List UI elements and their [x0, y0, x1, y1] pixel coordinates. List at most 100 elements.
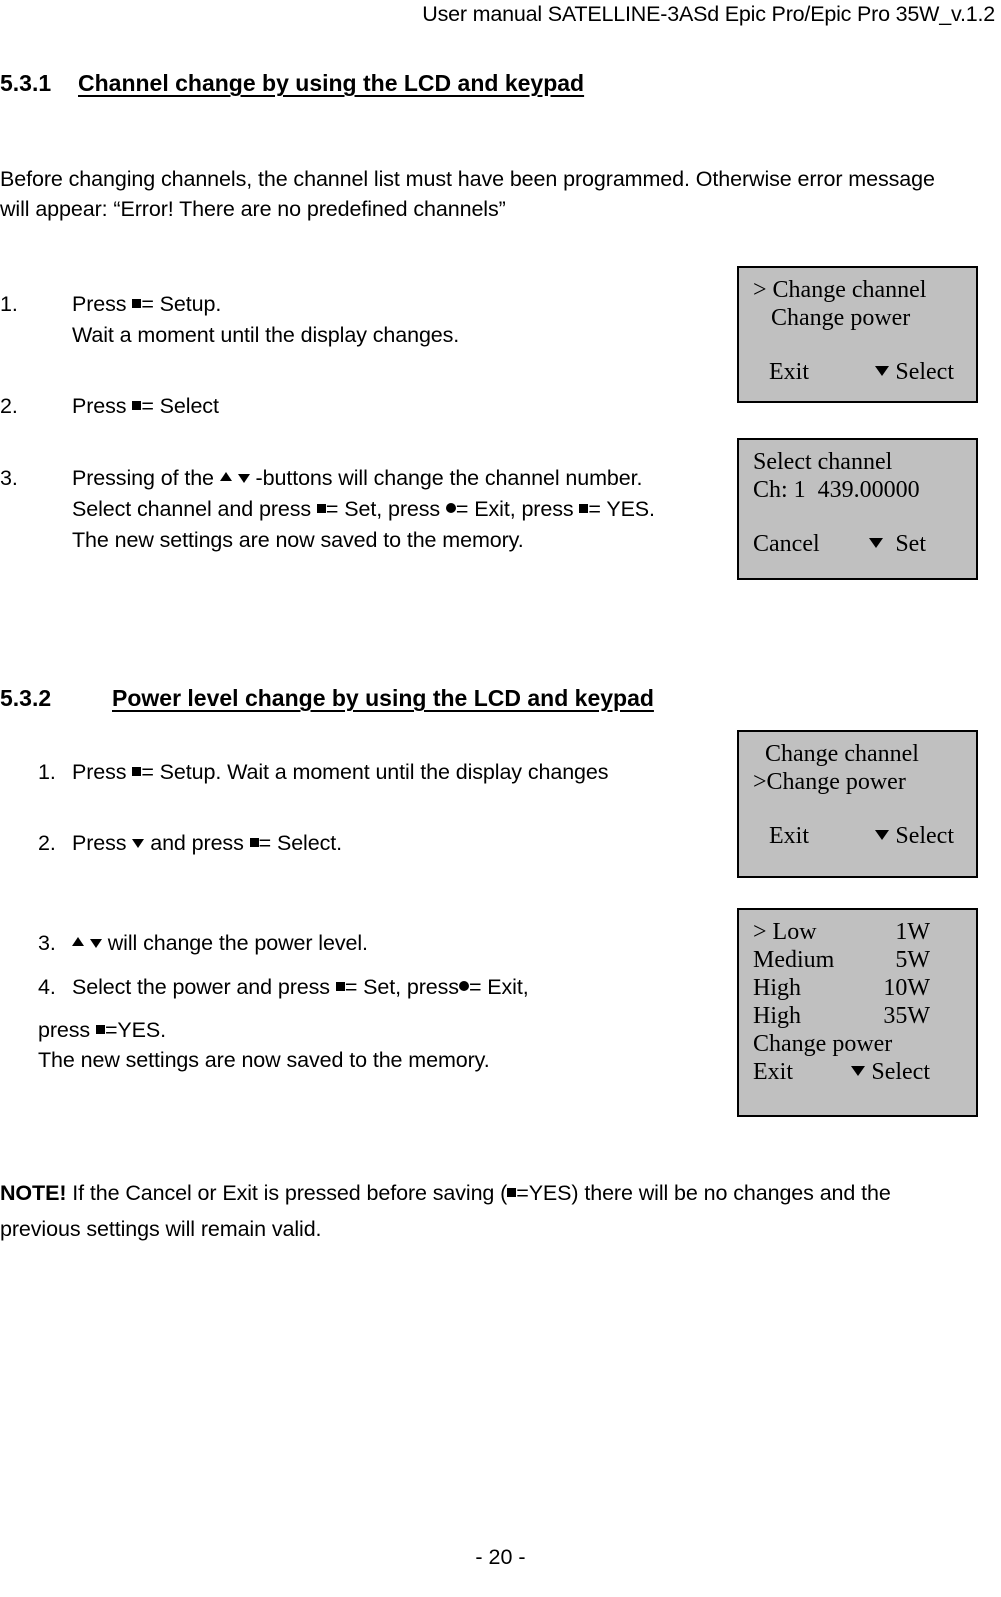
step-text: = YES. [588, 497, 655, 521]
lcd-row: Change power [753, 1030, 964, 1058]
step-line-1: Pressing of the -buttons will change the… [72, 463, 720, 494]
lcd-row: High 35W [753, 1002, 964, 1030]
step-line-1: will change the power level. [72, 928, 728, 959]
step-text: = Select. [258, 831, 342, 855]
step-marker: 4. [38, 975, 56, 999]
intro-paragraph: Before changing channels, the channel li… [0, 167, 935, 221]
note-text: If the Cancel or Exit is pressed before … [66, 1181, 508, 1205]
lcd-spacer [753, 504, 964, 530]
step-text: Press [72, 394, 133, 418]
lcd-softkey-left: Exit [769, 359, 809, 385]
note-lead: NOTE! [0, 1181, 67, 1205]
step-2-channel: 2. Press = Select [0, 391, 720, 422]
lcd-row: Change channel [753, 740, 964, 768]
square-button-icon [249, 837, 259, 847]
lcd-select-channel-screen: Select channel Ch: 1 439.00000 Cancel Se… [737, 438, 978, 580]
step-text: Press [72, 760, 133, 784]
square-button-icon [132, 766, 142, 776]
step-text: Pressing of the [72, 466, 220, 490]
step-text: = Set, press [344, 975, 459, 999]
lcd-change-channel-menu: > Change channel Change power Exit Selec… [737, 266, 978, 403]
lcd-softkey-right-label: Select [895, 359, 954, 385]
step-marker: 2. [0, 394, 18, 418]
lcd-spacer [753, 332, 964, 358]
step-4-power: 4. Select the power and press = Set, pre… [38, 972, 728, 1003]
lcd-footer-row: Exit Select [753, 1058, 964, 1086]
down-arrow-icon [875, 366, 890, 377]
step-3-channel: 3. Pressing of the -buttons will change … [0, 463, 720, 556]
up-arrow-icon [72, 936, 84, 946]
step-1-channel: 1. Press = Setup. Wait a moment until th… [0, 289, 720, 351]
lcd-row: Ch: 1 439.00000 [753, 476, 964, 504]
lcd-row-left: Ch: 1 439.00000 [753, 477, 920, 503]
square-button-icon [132, 298, 142, 308]
step-marker: 1. [38, 760, 56, 784]
lcd-row: High 10W [753, 974, 964, 1002]
square-button-icon [335, 981, 345, 991]
step-text: Select channel and press [72, 497, 317, 521]
step-marker: 1. [0, 292, 18, 316]
lcd-softkey-right: Select [875, 822, 964, 850]
step-line-3: The new settings are now saved to the me… [72, 528, 524, 552]
lcd-row-left: Change power [753, 305, 911, 331]
down-arrow-icon [132, 838, 145, 848]
lcd-row-left: Change channel [753, 741, 919, 767]
step-text: = Exit, press [455, 497, 580, 521]
lcd-row-left: Change power [753, 1031, 893, 1057]
document-header: User manual SATELLINE-3ASd Epic Pro/Epic… [422, 2, 995, 26]
down-arrow-icon [237, 473, 250, 483]
circle-button-icon [445, 503, 456, 514]
lcd-row: Select channel [753, 448, 964, 476]
lcd-softkey-left: Exit [753, 1059, 793, 1085]
lcd-row-left: Medium [753, 947, 835, 973]
lcd-row: Medium 5W [753, 946, 964, 974]
step-marker: 2. [38, 831, 56, 855]
lcd-softkey-right: Set [869, 530, 964, 558]
heading-number: 5.3.1 [0, 70, 52, 96]
step-text: will change the power level. [107, 931, 368, 955]
lcd-row-right: 1W [895, 919, 930, 945]
lcd-softkey-right-label: Set [895, 531, 926, 557]
lcd-footer-row: Cancel Set [753, 530, 964, 558]
step-text: Select the power and press [72, 975, 336, 999]
step-line-2: Select channel and press = Set, press = … [72, 494, 720, 525]
lcd-row: >Change power [753, 768, 964, 796]
lcd-row-left: High [753, 1003, 801, 1029]
lcd-softkey-left: Cancel [753, 531, 820, 557]
step-marker: 3. [38, 931, 56, 955]
note-paragraph: NOTE! If the Cancel or Exit is pressed b… [0, 1175, 975, 1247]
down-arrow-icon [875, 830, 890, 841]
down-arrow-icon [851, 1066, 866, 1077]
lcd-row-right: 5W [895, 947, 930, 973]
lcd-row-left: > Low [753, 919, 817, 945]
lcd-row: > Low 1W [753, 918, 964, 946]
lcd-softkey-left: Exit [769, 823, 809, 849]
lcd-softkey-right-label: Select [871, 1059, 930, 1085]
lcd-row-right: 10W [883, 975, 930, 1001]
lcd-row-left: Select channel [753, 449, 893, 475]
press-yes-text: =YES. [104, 1018, 167, 1042]
memory-saved-text: The new settings are now saved to the me… [38, 1048, 490, 1072]
step-text: = Set, press [325, 497, 446, 521]
lcd-row-right [930, 1030, 964, 1058]
lcd-change-power-menu: Change channel >Change power Exit Select [737, 730, 978, 878]
press-yes-text: press [38, 1018, 96, 1042]
step-line-1: Press = Setup. Wait a moment until the d… [72, 757, 728, 788]
step-line-2: Wait a moment until the display changes. [72, 323, 460, 347]
heading-5-3-2: 5.3.2 Power level change by using the LCD… [0, 685, 654, 712]
lcd-softkey-right-label: Select [895, 823, 954, 849]
lcd-row: > Change channel [753, 276, 964, 304]
down-arrow-icon [89, 938, 102, 948]
step-3-power: 3. will change the power level. [38, 928, 728, 959]
step-2-power: 2. Press and press = Select. [38, 828, 728, 859]
up-arrow-icon [219, 471, 232, 481]
step-text: Press [72, 292, 133, 316]
step-marker: 3. [0, 466, 18, 490]
lcd-row-left: High [753, 975, 801, 1001]
lcd-footer-row: Exit Select [753, 358, 964, 386]
step-text: Press [72, 831, 133, 855]
step-1-power: 1. Press = Setup. Wait a moment until th… [38, 757, 728, 788]
step-text: = Setup. [141, 292, 222, 316]
square-button-icon [316, 503, 326, 513]
step-text: = Exit, [468, 975, 529, 999]
